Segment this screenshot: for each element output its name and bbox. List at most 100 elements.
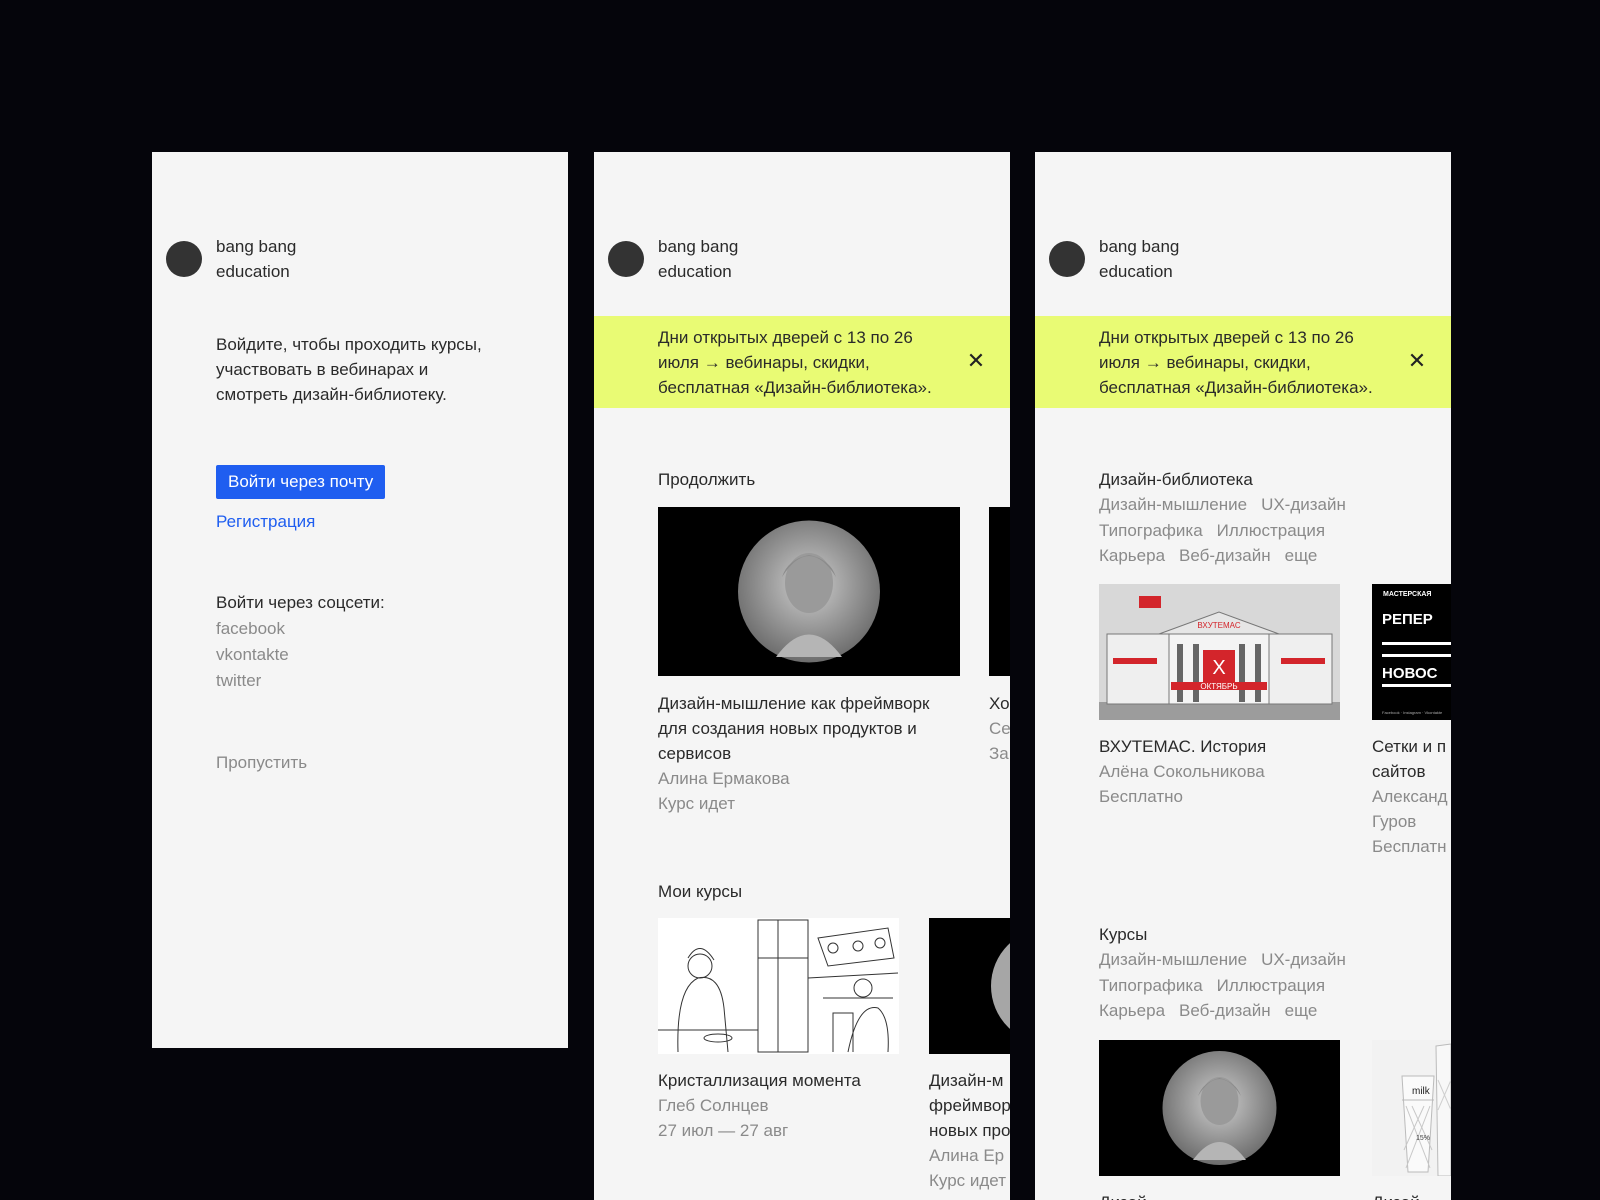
tag-link[interactable]: UX-дизайн: [1261, 947, 1346, 973]
poster-caption: X: [1212, 657, 1225, 679]
card-title: Дизай: [1099, 1190, 1359, 1200]
logo-text: bang bang education: [1099, 234, 1179, 284]
card-author: Се: [989, 719, 1010, 738]
card-title-line: новых про: [929, 1121, 1010, 1140]
tag-link[interactable]: Типографика: [1099, 518, 1203, 544]
tag-link[interactable]: Веб-дизайн: [1179, 543, 1271, 569]
building-image: ВХУТЕМАС X ОКТЯБРЬ: [1099, 584, 1340, 720]
card-title-line: Дизайн-м: [929, 1071, 1004, 1090]
login-intro: Войдите, чтобы проходить курсы, участвов…: [216, 332, 516, 407]
card-author: Александ: [1372, 787, 1448, 806]
card-meta: Хо Се За: [989, 691, 1010, 766]
card-dates: 27 июл — 27 авг: [658, 1121, 789, 1140]
tag-link[interactable]: UX-дизайн: [1261, 492, 1346, 518]
banner-line: бесплатная «Дизайн-библиотека».: [1099, 378, 1373, 397]
milk-packaging-image: milk 15%: [1401, 1043, 1451, 1176]
tag-link[interactable]: Веб-дизайн: [1179, 998, 1271, 1024]
skip-link[interactable]: Пропустить: [216, 750, 307, 775]
social-login-title: Войти через соцсети:: [216, 593, 385, 612]
logo-text: bang bang education: [216, 234, 296, 284]
course-thumbnail: [989, 507, 1010, 676]
portrait-image: [738, 520, 880, 663]
course-thumbnail: [658, 918, 899, 1054]
banner-text: Дни открытых дверей с 13 по 26 июля → ве…: [1099, 325, 1409, 400]
tag-link[interactable]: Карьера: [1099, 543, 1165, 569]
card-title-line: фреймвор: [929, 1096, 1010, 1115]
library-section-title: Дизайн-библиотека: [1099, 470, 1253, 489]
poster-caption: НОВОС: [1382, 665, 1438, 682]
login-screen: bang bang education Войдите, чтобы прохо…: [152, 152, 568, 1048]
course-thumbnail: [658, 507, 960, 676]
card-meta: Дизайн-мышление как фреймворк для создан…: [658, 691, 960, 816]
tag-link[interactable]: Карьера: [1099, 998, 1165, 1024]
tag-link[interactable]: Иллюстрация: [1217, 518, 1325, 544]
card-meta: Дизай: [1099, 1190, 1359, 1200]
close-icon[interactable]: ✕: [964, 350, 988, 374]
card-status: Курс идет: [658, 794, 735, 813]
logo-mark-icon: [608, 241, 644, 277]
card-status: За: [989, 744, 1009, 763]
promo-banner: Дни открытых дверей с 13 по 26 июля → ве…: [594, 316, 1010, 408]
poster-caption: РЕПЕР: [1382, 611, 1433, 628]
card-title: Кристаллизация момента: [658, 1071, 861, 1090]
library-thumbnail: МАСТЕРСКАЯ РЕПЕР НОВОС Facebook · Instag…: [1372, 584, 1451, 720]
dashboard-screen: bang bang education Дни открытых дверей …: [594, 152, 1010, 1200]
card-meta: Дизай: [1372, 1190, 1451, 1200]
banner-line: бесплатная «Дизайн-библиотека».: [658, 378, 932, 397]
card-status: Курс идет: [929, 1171, 1006, 1190]
banner-line: Дни открытых дверей с 13 по 26: [658, 328, 913, 347]
tag-link[interactable]: еще: [1285, 998, 1318, 1024]
card-price: Бесплатн: [1372, 837, 1447, 856]
tag-link[interactable]: еще: [1285, 543, 1318, 569]
card-author: Алина Ермакова: [658, 769, 790, 788]
social-login-list: facebook vkontakte twitter: [216, 616, 289, 694]
tag-link[interactable]: Дизайн-мышление: [1099, 947, 1247, 973]
banner-text: Дни открытых дверей с 13 по 26 июля → ве…: [658, 325, 968, 400]
portrait-image: [991, 943, 1010, 1029]
tag-link[interactable]: Типографика: [1099, 973, 1203, 999]
card-title: Дизай: [1372, 1190, 1451, 1200]
logo-line1: bang bang: [1099, 237, 1180, 256]
logo-line2: education: [658, 262, 732, 281]
register-link[interactable]: Регистрация: [216, 509, 315, 534]
poster-caption: ОКТЯБРЬ: [1200, 682, 1237, 691]
card-meta: Сетки и п сайтов Александ Гуров Бесплатн: [1372, 734, 1451, 859]
card-title-line: сайтов: [1372, 762, 1426, 781]
logo-line2: education: [1099, 262, 1173, 281]
library-tags: Дизайн-мышление UX-дизайн Типографика Иллюс…: [1099, 492, 1399, 569]
poster-caption: Facebook · Instagram · Vkontakte: [1382, 710, 1443, 715]
logo-line1: bang bang: [216, 237, 297, 256]
poster-caption: ВХУТЕМАС: [1197, 621, 1240, 630]
card-meta: ВХУТЕМАС. История Алёна Сокольникова Бес…: [1099, 734, 1359, 809]
logo[interactable]: bang bang education: [1049, 234, 1179, 284]
course-thumbnail: milk 15%: [1372, 1040, 1451, 1176]
promo-banner: Дни открытых дверей с 13 по 26 июля → ве…: [1035, 316, 1451, 408]
social-twitter-link[interactable]: twitter: [216, 668, 289, 694]
course-tags: Дизайн-мышление UX-дизайн Типографика Иллюс…: [1099, 947, 1399, 1024]
logo[interactable]: bang bang education: [608, 234, 738, 284]
card-title-line: Дизайн-мышление как фреймворк: [658, 694, 930, 713]
intro-line: Войдите, чтобы проходить курсы,: [216, 335, 482, 354]
logo-line1: bang bang: [658, 237, 739, 256]
logo-mark-icon: [1049, 241, 1085, 277]
poster-image: МАСТЕРСКАЯ РЕПЕР НОВОС Facebook · Instag…: [1382, 591, 1451, 715]
tag-link[interactable]: Иллюстрация: [1217, 973, 1325, 999]
social-facebook-link[interactable]: facebook: [216, 616, 289, 642]
logo[interactable]: bang bang education: [166, 234, 296, 284]
card-title-line: сервисов: [658, 744, 732, 763]
card-title: ВХУТЕМАС. История: [1099, 737, 1267, 756]
course-thumbnail: [929, 918, 1010, 1054]
card-author: Алёна Сокольникова: [1099, 762, 1265, 781]
tag-link[interactable]: Дизайн-мышление: [1099, 492, 1247, 518]
social-vkontakte-link[interactable]: vkontakte: [216, 642, 289, 668]
card-title-line: Сетки и п: [1372, 737, 1447, 756]
card-author: Глеб Солнцев: [658, 1096, 769, 1115]
logo-mark-icon: [166, 241, 202, 277]
login-email-button[interactable]: Войти через почту: [216, 465, 386, 499]
continue-section-title: Продолжить: [658, 470, 756, 489]
intro-line: смотреть дизайн-библиотеку.: [216, 385, 447, 404]
my-courses-section-title: Мои курсы: [658, 882, 743, 901]
card-price: Бесплатно: [1099, 787, 1183, 806]
close-icon[interactable]: ✕: [1405, 350, 1429, 374]
banner-line: июля → вебинары, скидки,: [658, 353, 870, 372]
